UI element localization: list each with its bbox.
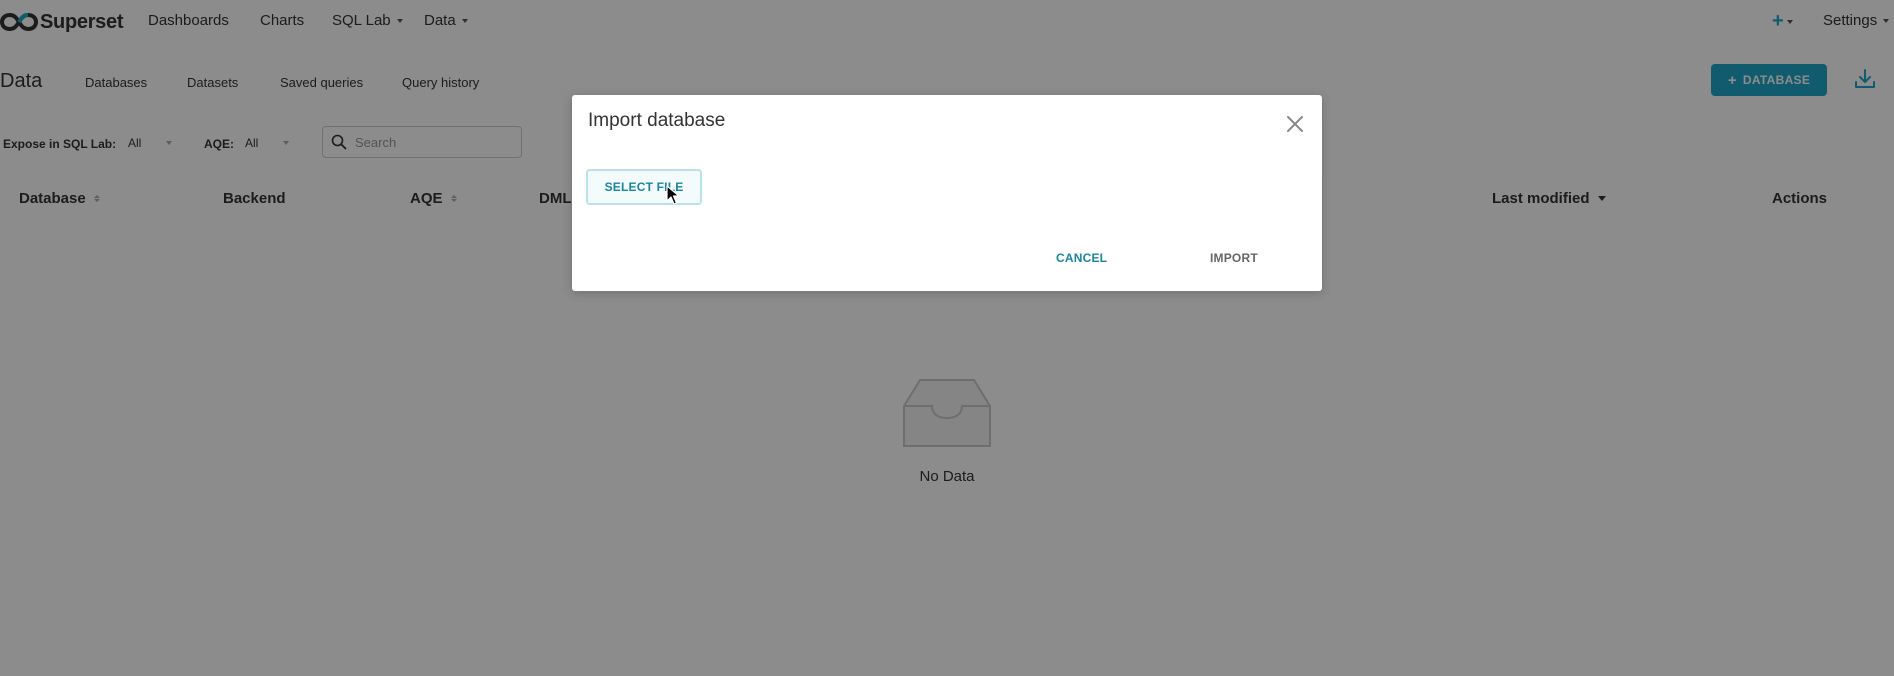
select-file-button[interactable]: SELECT FILE xyxy=(586,169,702,205)
cancel-button[interactable]: CANCEL xyxy=(1056,251,1107,265)
app-root: Superset Dashboards Charts SQL Lab Data … xyxy=(0,0,1894,676)
modal-title: Import database xyxy=(588,110,726,131)
import-button[interactable]: IMPORT xyxy=(1210,251,1258,265)
import-database-modal: Import database SELECT FILE CANCEL IMPOR… xyxy=(572,95,1322,291)
close-icon[interactable] xyxy=(1286,115,1304,133)
background-panel-edge xyxy=(1322,124,1324,176)
mouse-cursor-icon xyxy=(666,185,680,205)
